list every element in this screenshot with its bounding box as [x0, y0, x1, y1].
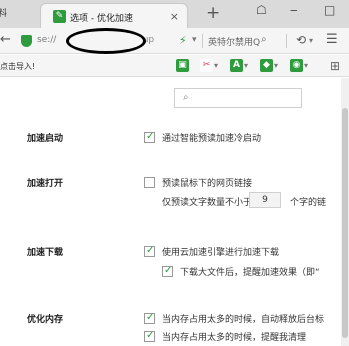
game-icon[interactable]: ◉: [290, 59, 303, 72]
speed-mode-icon[interactable]: ⚡: [179, 34, 187, 47]
menu-icon[interactable]: ☰: [326, 32, 338, 47]
search-icon[interactable]: ⌕: [261, 34, 267, 45]
auto-release-memory-checkbox[interactable]: [144, 312, 155, 324]
import-bookmarks-link[interactable]: 点击导入!: [0, 61, 35, 72]
undo-icon[interactable]: ⟲: [296, 33, 306, 47]
tab-title: 选项 - 优化加速: [70, 14, 133, 24]
search-icon: ⌕: [183, 92, 189, 103]
scrollbar[interactable]: [341, 78, 349, 346]
new-tab-button[interactable]: +: [206, 3, 220, 23]
memory-remind-checkbox[interactable]: [144, 330, 155, 342]
cloud-download-checkbox[interactable]: [144, 245, 155, 257]
scissors-icon[interactable]: ✂: [200, 59, 213, 72]
download-section-label: 加速下载: [27, 248, 64, 258]
cloud-download-label: 使用云加速引擎进行加速下载: [162, 248, 280, 258]
translate-icon[interactable]: A: [230, 59, 243, 72]
apps-grid-icon[interactable]: ⊞: [330, 59, 340, 73]
minimize-icon[interactable]: ‒: [290, 3, 298, 17]
tab-previous[interactable]: 料: [0, 6, 7, 19]
open-section-label: 加速打开: [27, 179, 64, 189]
divider: [202, 34, 203, 48]
scrollbar-thumb[interactable]: [342, 108, 348, 338]
shield-ext-icon[interactable]: ◆: [260, 59, 273, 72]
screen-icon[interactable]: ▣: [176, 59, 189, 72]
settings-content: ⌕ 加速启动 通过智能预读加速冷启动 加速打开 预读鼠标下的网页链接 仅预读文字…: [0, 78, 349, 346]
game-dropdown-icon[interactable]: ▾: [304, 61, 308, 70]
back-icon[interactable]: ←: [0, 32, 11, 47]
tab-options[interactable]: ✎ 选项 - 优化加速 ×: [40, 3, 188, 28]
settings-search-input[interactable]: ⌕: [174, 88, 302, 108]
address-bar: ← se:// dup ⚡ ▾ 英特尔禁用Q ⌕ ⟲ ▾ ☰: [0, 28, 349, 54]
auto-release-memory-label: 当内存占用太多的时候，自动释放后台标: [162, 315, 325, 325]
url-prefix[interactable]: se://: [37, 35, 56, 45]
prefetch-links-label: 预读鼠标下的网页链接: [162, 179, 253, 189]
download-reminder-checkbox[interactable]: [162, 265, 173, 277]
translate-dropdown-icon[interactable]: ▾: [244, 61, 248, 70]
prefetch-links-checkbox[interactable]: [144, 177, 155, 188]
divider: [286, 34, 287, 48]
tab-close-icon[interactable]: ×: [170, 10, 179, 23]
tab-strip: 料 ✎ 选项 - 优化加速 × + ☖ ‒ □: [0, 0, 349, 28]
undo-dropdown-icon[interactable]: ▾: [309, 36, 313, 45]
search-input[interactable]: 英特尔禁用Q: [208, 35, 260, 48]
memory-section-label: 优化内存: [27, 315, 64, 325]
speed-mode-dropdown-icon[interactable]: ▾: [192, 35, 197, 45]
min-chars-suffix: 个字的链: [290, 198, 327, 208]
skin-icon[interactable]: ☖: [256, 3, 267, 17]
startup-section-label: 加速启动: [27, 134, 64, 144]
preload-cold-start-label: 通过智能预读加速冷启动: [162, 134, 262, 144]
memory-remind-label: 当内存占用太多的时候，提醒我清理: [162, 333, 307, 343]
bookmark-bar: 点击导入! ▣ ✂ ▾ A ▾ ◆ ▾ ◉ ▾ ⊞: [0, 55, 349, 77]
security-shield-icon[interactable]: [21, 35, 32, 47]
min-chars-label: 仅预读文字数量不小于: [162, 198, 253, 208]
min-chars-input[interactable]: 9: [249, 192, 281, 208]
maximize-icon[interactable]: □: [324, 3, 335, 17]
download-reminder-label: 下载大文件后，提醒加速效果（即“: [180, 268, 320, 278]
redaction-mark-inner: [69, 31, 143, 51]
shield-dropdown-icon[interactable]: ▾: [274, 61, 278, 70]
scissors-dropdown-icon[interactable]: ▾: [214, 61, 218, 70]
options-icon: ✎: [53, 10, 66, 23]
preload-cold-start-checkbox[interactable]: [144, 131, 155, 143]
